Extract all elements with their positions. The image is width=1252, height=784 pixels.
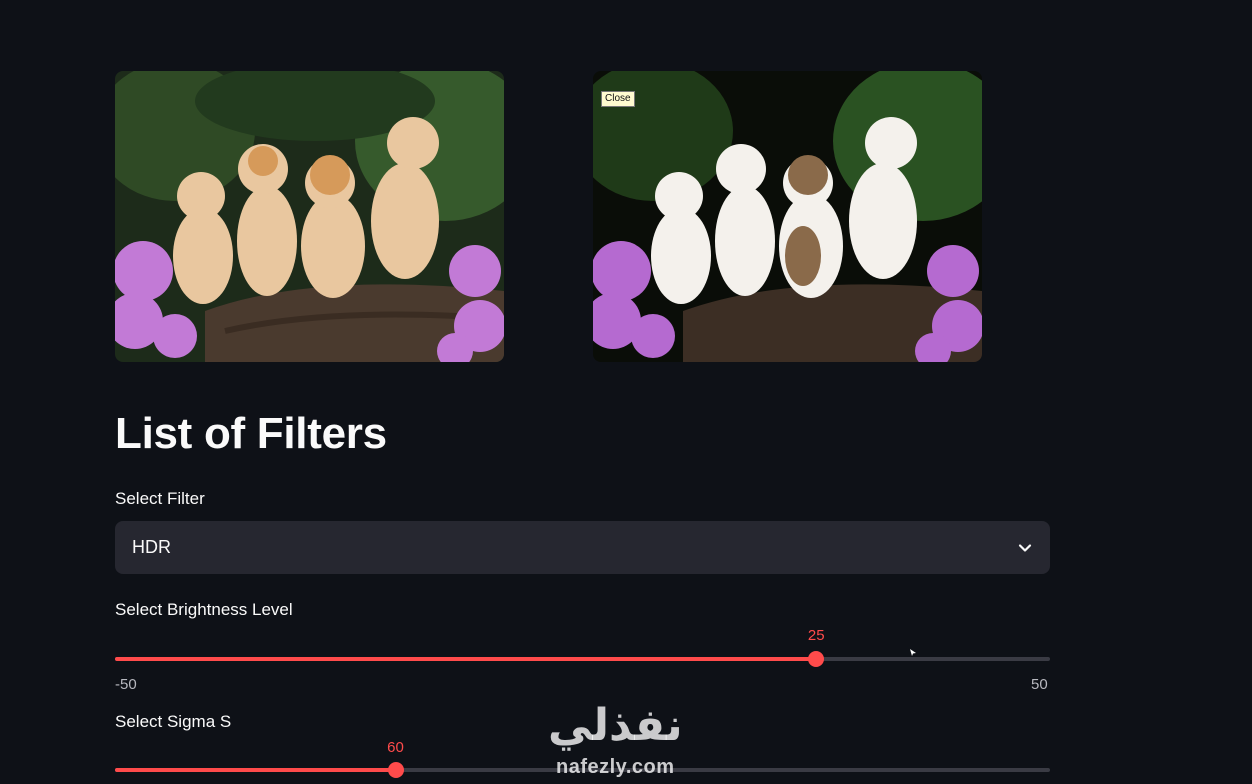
filter-select[interactable]: HDR	[115, 521, 1050, 574]
filtered-image: Close	[593, 71, 982, 362]
watermark-arabic: نفذلي	[548, 700, 683, 751]
kittens-photo	[115, 71, 504, 362]
filter-select-label: Select Filter	[115, 489, 205, 508]
sigma-s-slider-thumb[interactable]	[387, 762, 404, 778]
brightness-slider-fill	[115, 657, 817, 661]
sigma-s-slider-value: 60	[387, 739, 404, 756]
original-image	[115, 71, 504, 362]
brightness-slider-thumb[interactable]	[808, 651, 825, 667]
page-title: List of Filters	[115, 409, 387, 458]
brightness-slider[interactable]	[115, 651, 1050, 667]
watermark-latin: nafezly.com	[556, 756, 675, 778]
brightness-slider-max: 50	[1031, 676, 1048, 693]
filter-select-value: HDR	[132, 537, 171, 557]
close-tooltip[interactable]: Close	[601, 91, 635, 107]
brightness-slider-label: Select Brightness Level	[115, 600, 293, 619]
kittens-hdr-photo	[593, 71, 982, 362]
chevron-down-icon	[1018, 543, 1032, 552]
sigma-s-slider-label: Select Sigma S	[115, 712, 232, 731]
sigma-s-slider-fill	[115, 768, 396, 772]
mouse-cursor-icon	[910, 649, 916, 656]
brightness-slider-value: 25	[807, 627, 825, 644]
brightness-slider-min: -50	[115, 676, 137, 693]
